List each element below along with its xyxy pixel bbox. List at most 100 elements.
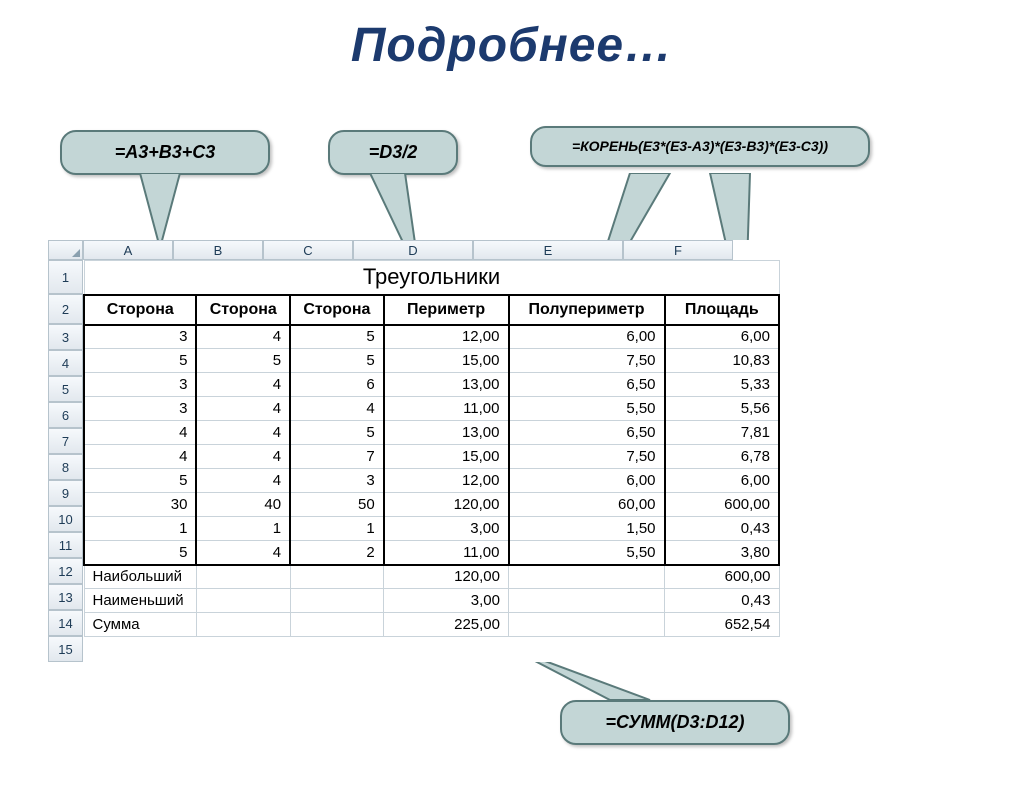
data-cell[interactable]: 0,43 bbox=[665, 517, 779, 541]
summary-cell[interactable] bbox=[196, 613, 290, 637]
summary-cell[interactable] bbox=[509, 589, 665, 613]
row-header[interactable]: 5 bbox=[48, 376, 83, 402]
data-cell[interactable]: 1 bbox=[84, 517, 196, 541]
data-cell[interactable]: 5 bbox=[290, 325, 384, 349]
summary-cell[interactable]: Сумма bbox=[84, 613, 196, 637]
data-cell[interactable]: 5 bbox=[290, 421, 384, 445]
table-header-cell[interactable]: Периметр bbox=[384, 295, 509, 325]
row-header[interactable]: 1 bbox=[48, 260, 83, 294]
summary-cell[interactable] bbox=[196, 565, 290, 589]
col-header-B[interactable]: B bbox=[173, 240, 263, 260]
data-cell[interactable]: 5 bbox=[196, 349, 290, 373]
table-header-cell[interactable]: Полупериметр bbox=[509, 295, 665, 325]
data-cell[interactable]: 120,00 bbox=[384, 493, 509, 517]
summary-cell[interactable]: 652,54 bbox=[665, 613, 779, 637]
row-header[interactable]: 15 bbox=[48, 636, 83, 662]
data-cell[interactable]: 3 bbox=[290, 469, 384, 493]
summary-cell[interactable]: Наименьший bbox=[84, 589, 196, 613]
data-cell[interactable]: 10,83 bbox=[665, 349, 779, 373]
table-header-cell[interactable]: Площадь bbox=[665, 295, 779, 325]
merged-title-cell[interactable]: Треугольники bbox=[84, 261, 779, 295]
data-cell[interactable]: 5,50 bbox=[509, 397, 665, 421]
summary-cell[interactable]: 3,00 bbox=[384, 589, 509, 613]
data-cell[interactable]: 3 bbox=[84, 397, 196, 421]
summary-cell[interactable]: 0,43 bbox=[665, 589, 779, 613]
data-cell[interactable]: 4 bbox=[196, 325, 290, 349]
col-header-C[interactable]: C bbox=[263, 240, 353, 260]
data-cell[interactable]: 1 bbox=[290, 517, 384, 541]
row-header[interactable]: 13 bbox=[48, 584, 83, 610]
data-cell[interactable]: 6,50 bbox=[509, 421, 665, 445]
row-header[interactable]: 8 bbox=[48, 454, 83, 480]
select-all-corner[interactable] bbox=[48, 240, 83, 260]
data-grid[interactable]: ТреугольникиСторонаСторонаСторонаПеримет… bbox=[83, 260, 780, 637]
data-cell[interactable]: 4 bbox=[196, 373, 290, 397]
data-cell[interactable]: 4 bbox=[196, 469, 290, 493]
data-cell[interactable]: 12,00 bbox=[384, 325, 509, 349]
data-cell[interactable]: 4 bbox=[290, 397, 384, 421]
data-cell[interactable]: 4 bbox=[84, 421, 196, 445]
data-cell[interactable]: 3 bbox=[84, 325, 196, 349]
data-cell[interactable]: 3,00 bbox=[384, 517, 509, 541]
data-cell[interactable]: 5 bbox=[290, 349, 384, 373]
row-header[interactable]: 4 bbox=[48, 350, 83, 376]
data-cell[interactable]: 6,00 bbox=[665, 469, 779, 493]
col-header-F[interactable]: F bbox=[623, 240, 733, 260]
data-cell[interactable]: 13,00 bbox=[384, 373, 509, 397]
table-header-cell[interactable]: Сторона bbox=[84, 295, 196, 325]
data-cell[interactable]: 40 bbox=[196, 493, 290, 517]
data-cell[interactable]: 5,50 bbox=[509, 541, 665, 565]
table-header-cell[interactable]: Сторона bbox=[196, 295, 290, 325]
row-header[interactable]: 12 bbox=[48, 558, 83, 584]
data-cell[interactable]: 12,00 bbox=[384, 469, 509, 493]
table-header-cell[interactable]: Сторона bbox=[290, 295, 384, 325]
data-cell[interactable]: 2 bbox=[290, 541, 384, 565]
data-cell[interactable]: 5 bbox=[84, 349, 196, 373]
row-header[interactable]: 6 bbox=[48, 402, 83, 428]
row-header[interactable]: 11 bbox=[48, 532, 83, 558]
data-cell[interactable]: 7 bbox=[290, 445, 384, 469]
summary-cell[interactable]: 225,00 bbox=[384, 613, 509, 637]
data-cell[interactable]: 6,00 bbox=[509, 325, 665, 349]
data-cell[interactable]: 7,50 bbox=[509, 349, 665, 373]
data-cell[interactable]: 3,80 bbox=[665, 541, 779, 565]
data-cell[interactable]: 1 bbox=[196, 517, 290, 541]
data-cell[interactable]: 5,56 bbox=[665, 397, 779, 421]
data-cell[interactable]: 15,00 bbox=[384, 349, 509, 373]
data-cell[interactable]: 1,50 bbox=[509, 517, 665, 541]
data-cell[interactable]: 6,00 bbox=[665, 325, 779, 349]
row-header[interactable]: 10 bbox=[48, 506, 83, 532]
data-cell[interactable]: 4 bbox=[196, 421, 290, 445]
data-cell[interactable]: 4 bbox=[196, 445, 290, 469]
data-cell[interactable]: 50 bbox=[290, 493, 384, 517]
summary-cell[interactable] bbox=[290, 565, 384, 589]
row-header[interactable]: 2 bbox=[48, 294, 83, 324]
data-cell[interactable]: 4 bbox=[196, 541, 290, 565]
data-cell[interactable]: 6,00 bbox=[509, 469, 665, 493]
summary-cell[interactable] bbox=[509, 565, 665, 589]
data-cell[interactable]: 11,00 bbox=[384, 541, 509, 565]
data-cell[interactable]: 7,50 bbox=[509, 445, 665, 469]
data-cell[interactable]: 60,00 bbox=[509, 493, 665, 517]
row-header[interactable]: 3 bbox=[48, 324, 83, 350]
data-cell[interactable]: 6,78 bbox=[665, 445, 779, 469]
col-header-E[interactable]: E bbox=[473, 240, 623, 260]
row-header[interactable]: 7 bbox=[48, 428, 83, 454]
data-cell[interactable]: 13,00 bbox=[384, 421, 509, 445]
row-header[interactable]: 14 bbox=[48, 610, 83, 636]
data-cell[interactable]: 11,00 bbox=[384, 397, 509, 421]
summary-cell[interactable] bbox=[290, 613, 384, 637]
data-cell[interactable]: 5 bbox=[84, 541, 196, 565]
data-cell[interactable]: 5,33 bbox=[665, 373, 779, 397]
data-cell[interactable]: 30 bbox=[84, 493, 196, 517]
summary-cell[interactable]: Наибольший bbox=[84, 565, 196, 589]
data-cell[interactable]: 3 bbox=[84, 373, 196, 397]
data-cell[interactable]: 6 bbox=[290, 373, 384, 397]
summary-cell[interactable] bbox=[290, 589, 384, 613]
summary-cell[interactable]: 600,00 bbox=[665, 565, 779, 589]
data-cell[interactable]: 600,00 bbox=[665, 493, 779, 517]
data-cell[interactable]: 15,00 bbox=[384, 445, 509, 469]
summary-cell[interactable] bbox=[509, 613, 665, 637]
data-cell[interactable]: 4 bbox=[84, 445, 196, 469]
data-cell[interactable]: 7,81 bbox=[665, 421, 779, 445]
